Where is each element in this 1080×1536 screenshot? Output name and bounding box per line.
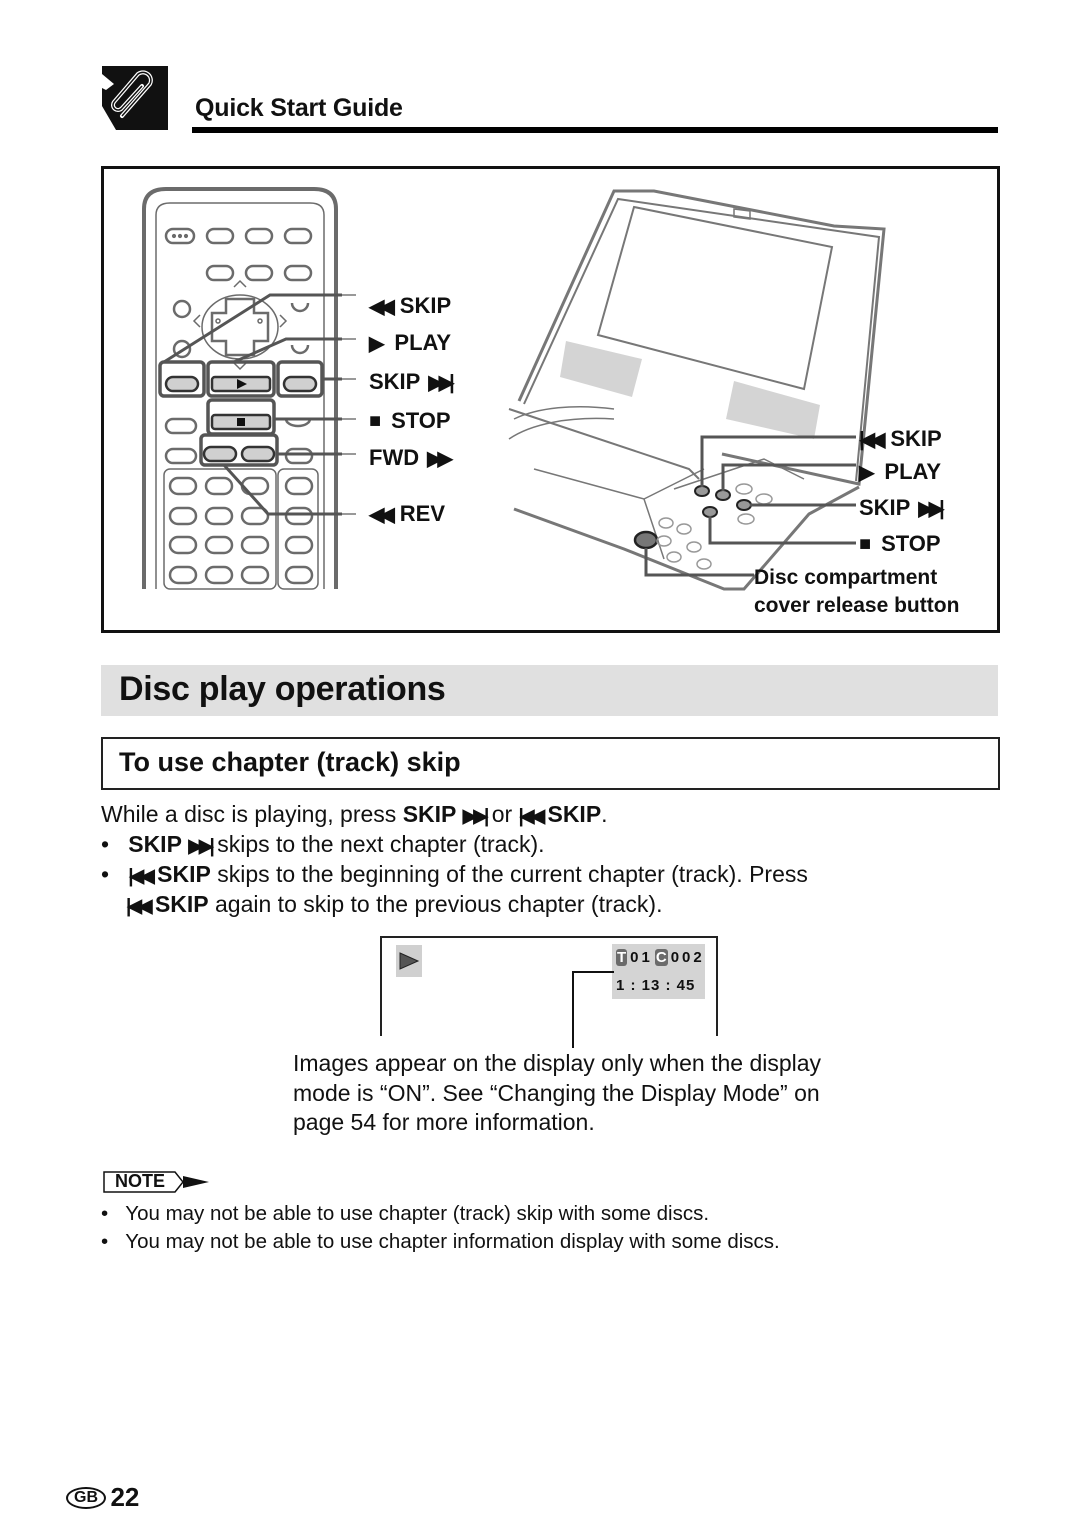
page-footer: GB 22 <box>66 1482 139 1513</box>
osd-elapsed-time: 1 : 13 : 45 <box>616 977 696 994</box>
fast-forward-icon: ▶▶ <box>427 447 453 470</box>
note-item: • You may not be able to use chapter inf… <box>101 1230 780 1253</box>
title-chip: T <box>616 949 628 966</box>
note-item: • You may not be able to use chapter (tr… <box>101 1202 710 1225</box>
intro-text: While a disc is playing, press SKIP ▶▶| … <box>101 801 608 827</box>
paperclip-icon <box>102 66 168 130</box>
player-stop-button <box>702 506 718 518</box>
player-skip-back-button <box>694 485 710 497</box>
header-rule <box>192 127 998 133</box>
backlight-button <box>205 227 235 245</box>
bullet-skip-back-continued: |◀◀ SKIP again to skip to the previous c… <box>126 891 663 917</box>
skip-forward-icon: ▶▶| <box>428 371 454 394</box>
figure-drawing <box>142 187 886 591</box>
stop-icon: ■ <box>369 409 382 432</box>
bullet-skip-back: • |◀◀ SKIP skips to the beginning of the… <box>101 861 808 887</box>
subsection-title: To use chapter (track) skip <box>119 747 461 777</box>
callout-remote-fwd: FWD ▶▶ <box>369 445 453 470</box>
skip-forward-icon: ▶▶| <box>188 836 214 857</box>
osd-title-chapter: T 01 C 002 <box>616 949 705 966</box>
skip-back-icon: |◀◀ <box>128 866 154 887</box>
osd-caption: Images appear on the display only when t… <box>293 1050 822 1135</box>
stop-icon: ■ <box>859 532 872 555</box>
view-mode-button <box>244 227 274 245</box>
skip-forward-icon: ▶▶| <box>462 806 489 827</box>
guide-title: Quick Start Guide <box>195 94 403 122</box>
note-list: • You may not be able to use chapter (tr… <box>101 1200 780 1256</box>
callout-remote-rev: ◀◀ REV <box>369 501 446 526</box>
callout-disc-cover-release: Disc compartment cover release button <box>754 566 960 617</box>
skip-back-icon: ◀◀ <box>369 295 395 318</box>
player-skip-fwd-button <box>736 499 752 511</box>
remote-skip-back-button <box>164 375 200 393</box>
remote-rev-button <box>202 445 238 463</box>
osd-leader-line <box>572 971 614 1048</box>
callout-player-play: ▶ PLAY <box>859 459 942 484</box>
callout-remote-play: ▶ PLAY <box>369 330 452 355</box>
skip-back-icon: |◀◀ <box>126 896 152 917</box>
section-title: Disc play operations <box>119 670 446 708</box>
page-number: 22 <box>110 1482 140 1512</box>
chapter-chip: C <box>654 949 668 966</box>
bullet-skip-forward: • SKIP ▶▶| skips to the next chapter (tr… <box>101 831 545 857</box>
dvd-player <box>508 189 886 591</box>
slow-button <box>284 447 314 465</box>
callout-remote-stop: ■ STOP <box>369 408 451 433</box>
skip-forward-icon: ▶▶| <box>918 497 944 520</box>
speaker-right <box>726 381 820 439</box>
controls-figure: ◀◀ SKIP ▶ PLAY SKIP ▶▶| ■ STOP FWD ▶▶ ◀◀ REV |… <box>101 166 1000 633</box>
callout-player-skip-back: |◀◀ SKIP <box>859 426 942 451</box>
note-tag: NOTE <box>103 1170 213 1199</box>
remote-control <box>142 187 356 590</box>
callout-remote-skip-fwd: SKIP ▶▶| <box>369 369 455 394</box>
callout-player-stop: ■ STOP <box>859 531 941 556</box>
remote-fwd-button <box>240 445 276 463</box>
video-adjust-button <box>283 227 313 245</box>
virtual-button <box>205 264 235 282</box>
digital-gamma-button <box>244 264 274 282</box>
callout-remote-skip-back: ◀◀ SKIP <box>369 293 452 318</box>
play-icon: ▶ <box>859 461 875 484</box>
osd-play-indicator <box>396 945 422 977</box>
speaker-left <box>560 341 642 397</box>
play-icon: ▶ <box>369 332 385 355</box>
rewind-icon: ◀◀ <box>369 503 395 526</box>
play-icon <box>399 952 420 970</box>
title-button <box>172 299 192 319</box>
disc-cover-release-button <box>633 530 659 550</box>
skip-back-icon: |◀◀ <box>518 806 545 827</box>
player-play-button <box>715 489 731 501</box>
resume-button <box>164 417 198 435</box>
display-button <box>164 447 198 465</box>
callout-player-skip-fwd: SKIP ▶▶| <box>859 495 945 520</box>
region-badge: GB <box>66 1486 106 1509</box>
skip-back-icon: |◀◀ <box>859 428 885 451</box>
digital-spicture-button <box>283 264 313 282</box>
osd-chapter-info: T 01 C 002 1 : 13 : 45 <box>612 944 705 999</box>
remote-skip-fwd-button <box>282 375 318 393</box>
